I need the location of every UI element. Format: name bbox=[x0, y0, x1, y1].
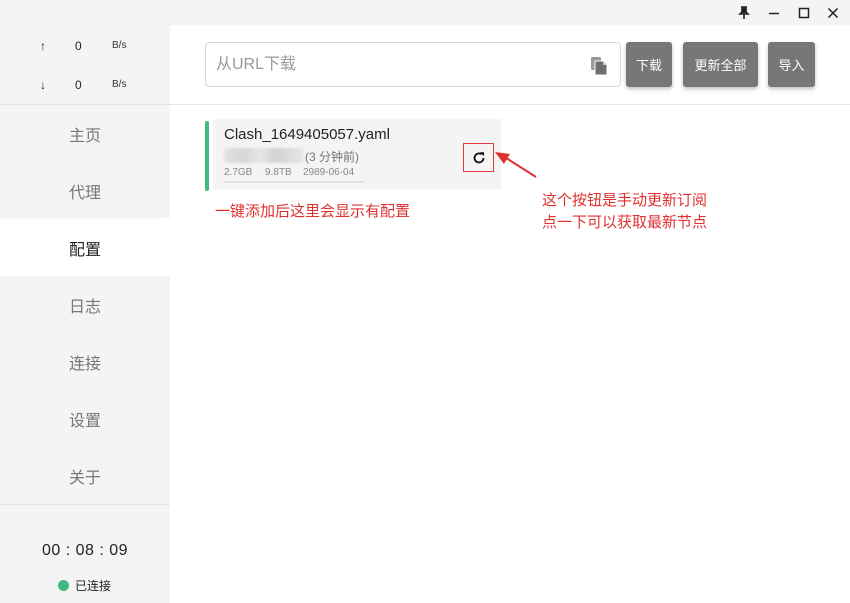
nav-item-home[interactable]: 主页 bbox=[0, 105, 170, 162]
refresh-profile-button[interactable] bbox=[463, 143, 494, 172]
nav-item-settings[interactable]: 设置 bbox=[0, 390, 170, 447]
import-button[interactable]: 导入 bbox=[768, 42, 815, 87]
main-content: 下载 更新全部 导入 Clash_1649405057.yaml (3 分钟前)… bbox=[170, 25, 850, 603]
upload-value: 0 bbox=[75, 39, 82, 53]
pin-icon[interactable] bbox=[729, 0, 759, 25]
connection-status: 已连接 bbox=[58, 577, 111, 594]
nav-item-profiles[interactable]: 配置 bbox=[0, 219, 170, 276]
update-all-button[interactable]: 更新全部 bbox=[683, 42, 758, 87]
profile-used-traffic: 2.7GB bbox=[224, 167, 253, 178]
annotation-refresh-hint-line1: 这个按钮是手动更新订阅 bbox=[542, 192, 708, 209]
annotation-profile-hint: 一键添加后这里会显示有配置 bbox=[215, 203, 411, 220]
nav-item-logs[interactable]: 日志 bbox=[0, 276, 170, 333]
close-icon[interactable] bbox=[818, 0, 848, 25]
profile-expire-date: 2989-06-04 bbox=[303, 167, 355, 178]
annotation-refresh-hint-line2: 点一下可以获取最新节点 bbox=[542, 214, 708, 231]
profile-updated-time: (3 分钟前) bbox=[305, 150, 360, 164]
nav-item-about[interactable]: 关于 bbox=[0, 447, 170, 504]
url-input-box bbox=[205, 42, 621, 87]
refresh-icon bbox=[473, 151, 484, 163]
profile-card[interactable]: Clash_1649405057.yaml (3 分钟前) 2.7GB 9.8T… bbox=[213, 119, 501, 189]
upload-arrow-icon: ↑ bbox=[40, 39, 46, 53]
profile-usage-bar bbox=[224, 181, 365, 183]
uptime-timer: 00 : 08 : 09 bbox=[41, 542, 129, 559]
nav-item-connections[interactable]: 连接 bbox=[0, 333, 170, 390]
maximize-icon[interactable] bbox=[789, 0, 819, 25]
window-titlebar bbox=[0, 0, 850, 25]
traffic-panel: ↑ 0 B/s ↓ 0 B/s bbox=[0, 25, 170, 105]
connection-status-label: 已连接 bbox=[75, 579, 112, 593]
download-speed: ↓ 0 B/s bbox=[0, 75, 170, 95]
nav-item-proxies[interactable]: 代理 bbox=[0, 162, 170, 219]
annotation-arrow bbox=[495, 152, 537, 178]
url-input[interactable] bbox=[216, 43, 576, 86]
download-button[interactable]: 下载 bbox=[626, 42, 672, 87]
sidebar: ↑ 0 B/s ↓ 0 B/s 主页 代理 配置 日志 连接 设置 关于 00 … bbox=[0, 25, 170, 603]
upload-speed: ↑ 0 B/s bbox=[0, 36, 170, 56]
minimize-icon[interactable] bbox=[759, 0, 789, 25]
download-arrow-icon: ↓ bbox=[40, 78, 46, 92]
profile-url-blurred bbox=[224, 148, 304, 163]
download-value: 0 bbox=[75, 78, 82, 92]
upload-unit: B/s bbox=[112, 40, 127, 51]
profile-toolbar: 下载 更新全部 导入 bbox=[170, 25, 850, 105]
profile-active-indicator bbox=[205, 121, 209, 191]
download-unit: B/s bbox=[112, 79, 127, 90]
sidebar-footer: 00 : 08 : 09 已连接 bbox=[0, 504, 170, 603]
paste-icon[interactable] bbox=[590, 56, 608, 76]
profile-total-traffic: 9.8TB bbox=[265, 167, 292, 178]
profile-name: Clash_1649405057.yaml bbox=[224, 126, 390, 143]
status-dot-icon bbox=[58, 580, 69, 591]
